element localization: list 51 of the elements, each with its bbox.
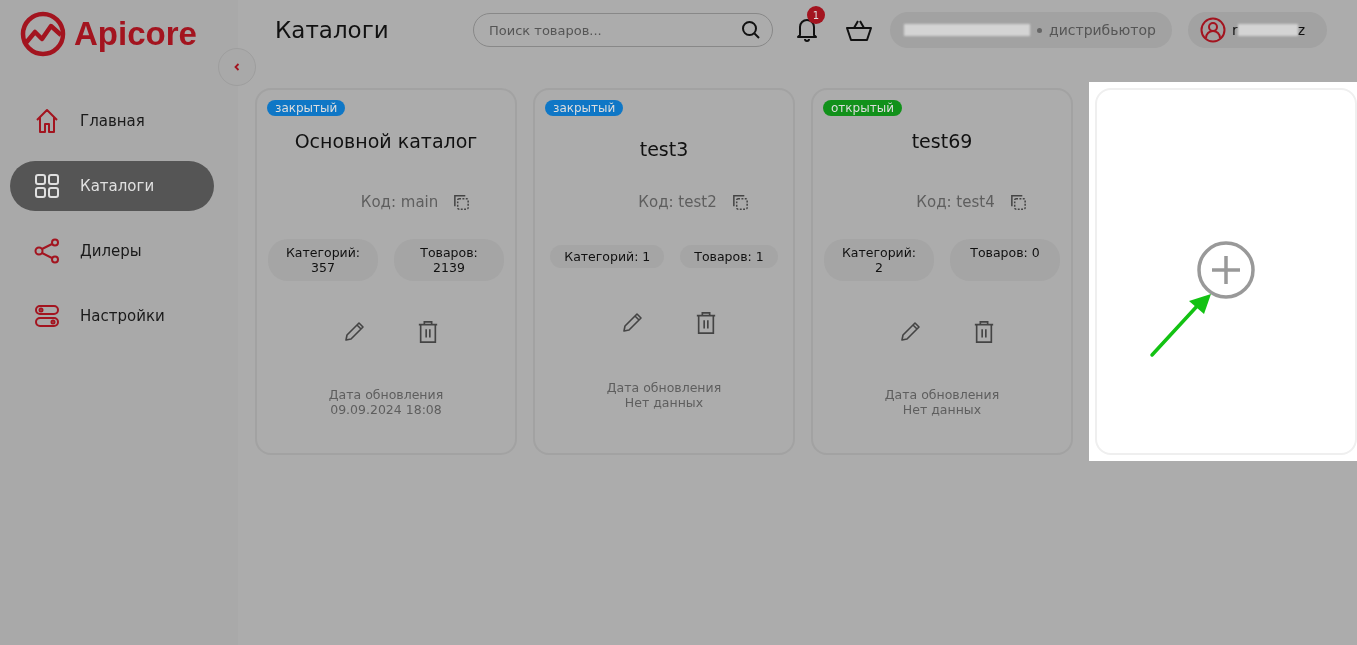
user-name: z: [1297, 22, 1306, 38]
logo-icon: [20, 11, 66, 57]
arrow-icon: [1149, 292, 1213, 358]
toggle-icon: [34, 303, 60, 329]
stat-pill: Товаров: 2139: [394, 239, 504, 281]
trash-icon[interactable]: [695, 310, 717, 336]
trash-icon[interactable]: [973, 319, 995, 345]
stat-pill: Товаров: 0: [950, 239, 1060, 281]
user-pill[interactable]: r z: [1187, 12, 1328, 48]
user-name: r: [1231, 22, 1238, 38]
grid-icon: [34, 173, 60, 199]
redacted-text: [1237, 24, 1298, 36]
catalog-code: Код: main: [360, 193, 439, 211]
nav-item[interactable]: Настройки: [10, 291, 214, 341]
share-icon: [34, 238, 60, 264]
basket-icon[interactable]: [845, 18, 873, 42]
stat-pill: Товаров: 1: [680, 245, 778, 268]
stat-pill: Категорий: 357: [268, 239, 378, 281]
stat-pill: Категорий: 2: [824, 239, 934, 281]
nav-item[interactable]: Каталоги: [10, 161, 214, 211]
company-role: дистрибьютор: [1049, 22, 1156, 38]
catalog-code: Код: test4: [916, 193, 995, 211]
search-field[interactable]: Поиск товаров...: [473, 13, 773, 47]
notification-badge: 1: [807, 6, 825, 24]
update-date: Дата обновления 09.09.2024 18:08: [328, 387, 444, 417]
pencil-icon[interactable]: [343, 319, 367, 343]
page-title: Каталоги: [275, 17, 390, 43]
update-date: Дата обновления Нет данных: [606, 380, 722, 410]
copy-icon[interactable]: [1008, 192, 1028, 212]
search-icon[interactable]: [741, 20, 761, 40]
home-icon: [34, 108, 60, 134]
nav-item[interactable]: Дилеры: [10, 226, 214, 276]
status-badge: закрытый: [267, 100, 346, 116]
copy-icon[interactable]: [452, 192, 472, 212]
status-badge: открытый: [823, 100, 902, 116]
copy-icon[interactable]: [730, 192, 750, 212]
user-icon: [1199, 17, 1226, 43]
catalog-title: test69: [911, 130, 973, 154]
stat-pill: Категорий: 1: [550, 245, 665, 268]
catalog-code: Код: test2: [638, 193, 717, 211]
plus-icon[interactable]: [1196, 240, 1256, 300]
pencil-icon[interactable]: [621, 310, 645, 334]
catalog-title: Основной каталог: [294, 130, 478, 154]
catalog-title: test3: [639, 138, 689, 162]
nav-item[interactable]: Главная: [10, 96, 214, 146]
chevron-icon: [232, 62, 242, 72]
pencil-icon[interactable]: [899, 319, 923, 343]
update-date: Дата обновления Нет данных: [884, 387, 1000, 417]
status-badge: закрытый: [545, 100, 624, 116]
trash-icon[interactable]: [417, 319, 439, 345]
logo-text: Apicore: [74, 15, 197, 53]
